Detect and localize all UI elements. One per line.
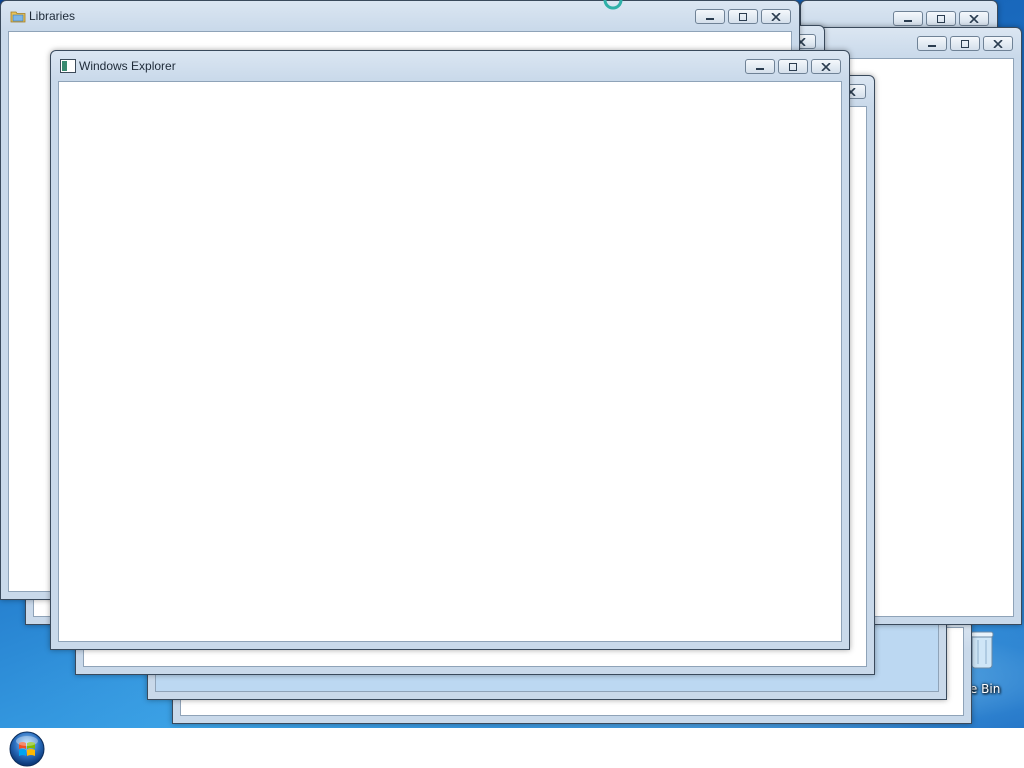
close-button[interactable] [959,11,989,26]
minimize-button[interactable] [695,9,725,24]
minimize-icon [904,19,912,22]
maximize-icon [937,14,945,23]
minimize-icon [706,17,714,20]
minimize-button[interactable] [917,36,947,51]
close-button[interactable] [811,59,841,74]
maximize-icon [789,62,797,71]
busy-spinner-icon [603,0,623,10]
explorer-window-icon [60,59,76,73]
window-controls [890,11,989,27]
taskbar [0,728,1024,768]
close-button[interactable] [983,36,1013,51]
maximize-button[interactable] [926,11,956,26]
window-client-area [58,81,842,642]
window-controls [692,9,791,25]
library-folder-icon [10,11,26,23]
windows-start-orb-icon[interactable] [8,730,46,768]
window-title: Libraries [29,9,76,23]
window-controls [914,36,1013,52]
maximize-button[interactable] [728,9,758,24]
maximize-button[interactable] [950,36,980,51]
close-icon [771,12,781,21]
minimize-button[interactable] [893,11,923,26]
close-icon [969,14,979,23]
maximize-button[interactable] [778,59,808,74]
window-title: Windows Explorer [79,59,176,73]
close-icon [821,62,831,71]
window-controls [742,59,841,75]
maximize-icon [739,12,747,21]
windows-explorer-window[interactable]: Windows Explorer [50,50,850,650]
background-window[interactable] [800,0,998,30]
recycle-bin-icon [970,631,994,669]
minimize-icon [928,44,936,47]
minimize-icon [756,67,764,70]
minimize-button[interactable] [745,59,775,74]
close-icon [993,39,1003,48]
maximize-icon [961,39,969,48]
close-button[interactable] [761,9,791,24]
